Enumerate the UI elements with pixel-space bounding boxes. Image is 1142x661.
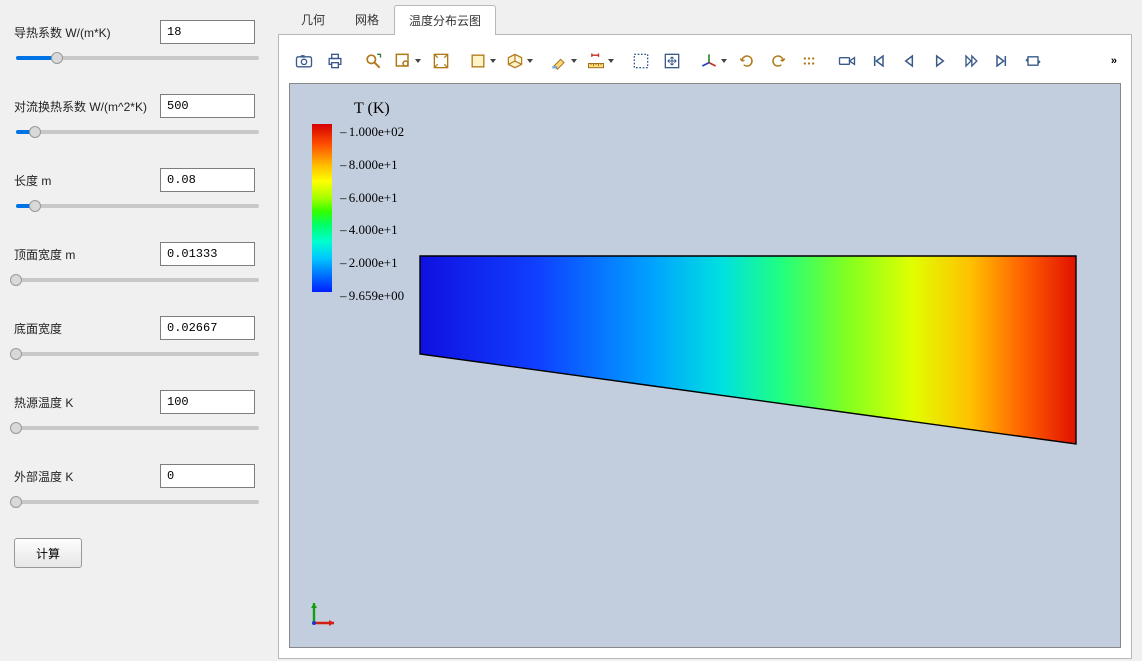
param-slider[interactable] <box>14 124 264 140</box>
legend-title: T (K) <box>354 100 404 118</box>
param-block: 长度 m <box>14 168 264 214</box>
rotate-ccw-icon[interactable] <box>732 47 762 75</box>
legend-tick: 2.000e+1 <box>340 255 404 271</box>
param-slider[interactable] <box>14 50 264 66</box>
axis-triad-icon <box>304 597 340 633</box>
param-input[interactable] <box>160 20 255 44</box>
rotate-settings-icon[interactable] <box>794 47 824 75</box>
measure-icon[interactable] <box>582 47 618 75</box>
param-label: 长度 m <box>14 172 160 189</box>
param-block: 热源温度 K <box>14 390 264 436</box>
param-slider[interactable] <box>14 272 264 288</box>
legend-colorbar <box>312 124 332 292</box>
param-block: 外部温度 K <box>14 464 264 510</box>
next-frame-icon[interactable] <box>956 47 986 75</box>
axes-toggle-icon[interactable] <box>695 47 731 75</box>
legend-ticks: 1.000e+02 8.000e+1 6.000e+1 4.000e+1 2.000e+… <box>340 124 404 304</box>
color-legend: T (K) 1.000e+02 8.000e+1 6.000e+1 4.000e+1 2… <box>312 100 404 304</box>
toolbar-overflow-icon[interactable]: » <box>1107 51 1121 71</box>
rotate-cw-icon[interactable] <box>763 47 793 75</box>
legend-tick: 9.659e+00 <box>340 288 404 304</box>
param-input[interactable] <box>160 168 255 192</box>
param-input[interactable] <box>160 390 255 414</box>
param-block: 对流换热系数 W/(m^2*K) <box>14 94 264 140</box>
view-iso-icon[interactable] <box>501 47 537 75</box>
param-input[interactable] <box>160 316 255 340</box>
param-block: 底面宽度 <box>14 316 264 362</box>
clear-scene-icon[interactable] <box>545 47 581 75</box>
compute-button[interactable]: 计算 <box>14 538 82 568</box>
param-slider[interactable] <box>14 494 264 510</box>
param-input[interactable] <box>160 242 255 266</box>
tab-1[interactable]: 网格 <box>340 4 394 34</box>
param-block: 导热系数 W/(m*K) <box>14 20 264 66</box>
tab-0[interactable]: 几何 <box>286 4 340 34</box>
play-icon[interactable] <box>925 47 955 75</box>
print-icon[interactable] <box>320 47 350 75</box>
last-frame-icon[interactable] <box>987 47 1017 75</box>
canvas-container: » T (K) 1.000e+02 8.000e+1 6.000e+1 4.000e+… <box>278 34 1132 659</box>
animation-record-icon[interactable] <box>832 47 862 75</box>
legend-tick: 1.000e+02 <box>340 124 404 140</box>
param-label: 对流换热系数 W/(m^2*K) <box>14 98 160 115</box>
screenshot-icon[interactable] <box>289 47 319 75</box>
viewer-toolbar: » <box>289 45 1121 77</box>
select-box-icon[interactable] <box>626 47 656 75</box>
param-input[interactable] <box>160 94 255 118</box>
zoom-extents-box-icon[interactable] <box>426 47 456 75</box>
loop-icon[interactable] <box>1018 47 1048 75</box>
param-slider[interactable] <box>14 198 264 214</box>
prev-frame-icon[interactable] <box>894 47 924 75</box>
pan-icon[interactable] <box>657 47 687 75</box>
main-pane: 几何网格温度分布云图 <box>278 0 1142 661</box>
view-xy-icon[interactable] <box>464 47 500 75</box>
param-label: 顶面宽度 m <box>14 246 160 263</box>
param-slider[interactable] <box>14 346 264 362</box>
viewport-3d[interactable]: T (K) 1.000e+02 8.000e+1 6.000e+1 4.000e+1 2… <box>289 83 1121 648</box>
first-frame-icon[interactable] <box>863 47 893 75</box>
legend-tick: 4.000e+1 <box>340 222 404 238</box>
zoom-box-icon[interactable] <box>389 47 425 75</box>
tab-2[interactable]: 温度分布云图 <box>394 5 496 35</box>
parameters-sidebar: 导热系数 W/(m*K) 对流换热系数 W/(m^2*K) 长度 m 顶面宽度 m 底面… <box>0 0 278 661</box>
param-label: 底面宽度 <box>14 320 160 337</box>
result-surface <box>418 254 1078 449</box>
legend-tick: 6.000e+1 <box>340 190 404 206</box>
tab-bar: 几何网格温度分布云图 <box>278 4 1142 34</box>
param-input[interactable] <box>160 464 255 488</box>
param-slider[interactable] <box>14 420 264 436</box>
legend-tick: 8.000e+1 <box>340 157 404 173</box>
param-label: 导热系数 W/(m*K) <box>14 24 160 41</box>
param-label: 外部温度 K <box>14 468 160 485</box>
zoom-to-extents-icon[interactable] <box>358 47 388 75</box>
param-block: 顶面宽度 m <box>14 242 264 288</box>
param-label: 热源温度 K <box>14 394 160 411</box>
